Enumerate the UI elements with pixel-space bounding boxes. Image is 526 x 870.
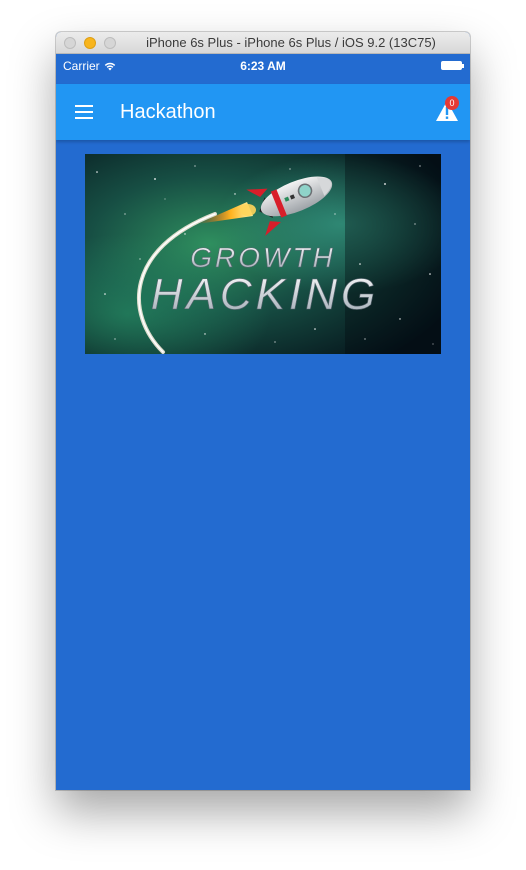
window-title: iPhone 6s Plus - iPhone 6s Plus / iOS 9.…: [146, 35, 436, 50]
window-zoom-button[interactable]: [104, 37, 116, 49]
simulator-window: iPhone 6s Plus - iPhone 6s Plus / iOS 9.…: [56, 32, 470, 790]
page-title: Hackathon: [120, 101, 216, 123]
window-titlebar: iPhone 6s Plus - iPhone 6s Plus / iOS 9.…: [56, 32, 470, 54]
status-time: 6:23 AM: [240, 59, 286, 73]
banner-line-hacking: HACKING: [151, 270, 379, 319]
alerts-button[interactable]: 0: [430, 94, 464, 128]
window-close-button[interactable]: [64, 37, 76, 49]
battery-icon: [441, 61, 464, 70]
alert-count-badge: 0: [445, 96, 459, 110]
banner-line-growth: GROWTH: [190, 242, 336, 273]
growth-hacking-banner: GROWTH HACKING: [85, 154, 441, 354]
window-minimize-button[interactable]: [84, 37, 96, 49]
ios-status-bar: Carrier 6:23 AM: [56, 54, 470, 84]
app-toolbar: Hackathon 0: [56, 84, 470, 140]
hamburger-menu-icon[interactable]: [68, 96, 100, 128]
